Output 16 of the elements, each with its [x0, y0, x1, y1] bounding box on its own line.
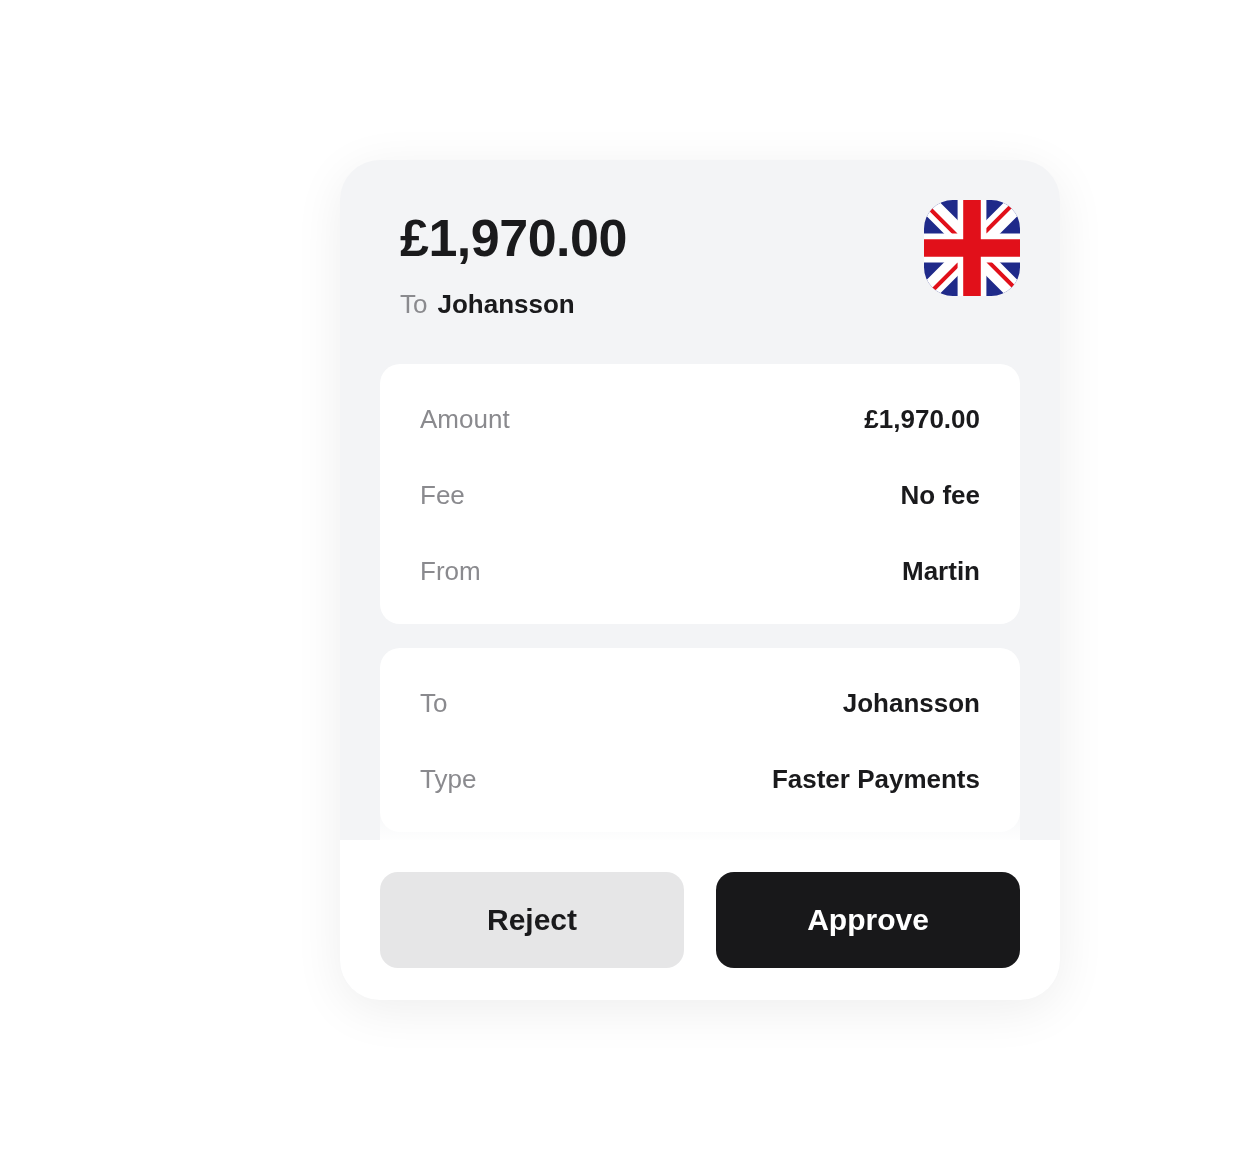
to-label: To	[400, 288, 428, 321]
detail-value: Martin	[902, 555, 980, 587]
detail-label: To	[420, 687, 448, 719]
detail-value: £1,970.00	[864, 403, 980, 435]
recipient-name: Johansson	[437, 288, 575, 321]
uk-flag-icon	[924, 200, 1020, 296]
detail-label: From	[420, 555, 481, 587]
detail-label: Fee	[420, 479, 465, 511]
amount-title: £1,970.00	[400, 208, 627, 269]
detail-value: No fee	[900, 479, 980, 511]
reject-button[interactable]: Reject	[380, 872, 684, 968]
detail-label: Amount	[420, 403, 510, 435]
detail-value: Faster Payments	[771, 763, 980, 795]
detail-value: Johansson	[842, 687, 980, 719]
approve-button[interactable]: Approve	[716, 872, 1020, 968]
detail-label: Type	[420, 763, 477, 795]
